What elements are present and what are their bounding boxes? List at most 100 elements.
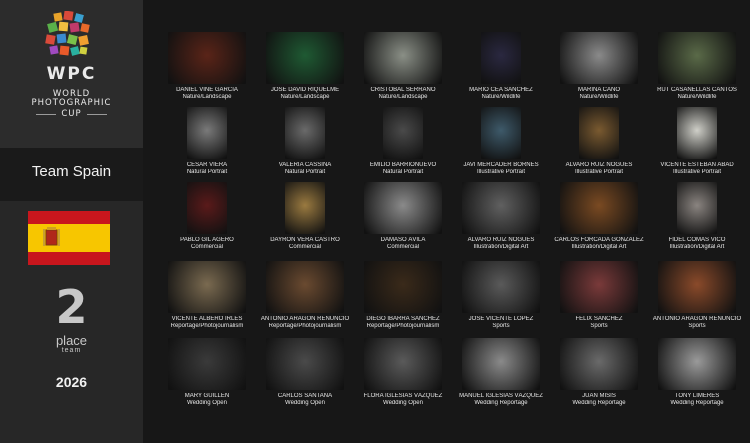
photo-thumbnail[interactable] bbox=[560, 338, 638, 390]
photo-thumbnail[interactable] bbox=[285, 107, 325, 159]
photographer-name: EMILIO BARRIONUEVO bbox=[369, 162, 437, 168]
photo-card[interactable]: VICENTE ALBERO IRLES Reportage/Photojourn… bbox=[158, 261, 256, 335]
photo-thumbnail[interactable] bbox=[187, 182, 227, 234]
photo-card[interactable]: DÁMASO ÁVILA Commercial bbox=[354, 182, 452, 256]
placement-subtitle: team bbox=[61, 347, 82, 354]
photographer-name: CARLOS FORCADA GONZÁLEZ bbox=[554, 237, 644, 243]
photographer-name: JOSÉ VICENTE LÓPEZ bbox=[468, 316, 534, 322]
photo-thumbnail[interactable] bbox=[364, 182, 442, 234]
photo-thumbnail[interactable] bbox=[187, 107, 227, 159]
photo-thumbnail[interactable] bbox=[560, 182, 638, 234]
photo-thumbnail[interactable] bbox=[462, 338, 540, 390]
photo-category: Nature/Wildlife bbox=[677, 94, 717, 100]
photo-card[interactable]: FÉLIX SÁNCHEZ Sports bbox=[550, 261, 648, 335]
photo-thumbnail[interactable] bbox=[677, 182, 717, 234]
photo-category: Illustrative Portrait bbox=[672, 169, 721, 175]
photo-card[interactable]: MARIO CEA SÁNCHEZ Nature/Wildlife bbox=[452, 32, 550, 106]
photographer-name: CARLOS SANTANA bbox=[277, 393, 333, 399]
photo-card[interactable]: VICENTE ESTEBAN ABAD Illustrative Portrai… bbox=[648, 107, 746, 181]
photo-card[interactable]: MARINA CANO Nature/Wildlife bbox=[550, 32, 648, 106]
logo-line-photographic: PHOTOGRAPHIC bbox=[31, 98, 112, 108]
photo-card[interactable]: FIDEL COMAS VICO Illustration/Digital Art bbox=[648, 182, 746, 256]
photo-thumbnail[interactable] bbox=[383, 107, 423, 159]
photo-category: Commercial bbox=[190, 244, 223, 250]
photo-card[interactable]: CÉSAR VIERA Natural Portrait bbox=[158, 107, 256, 181]
photo-card[interactable]: ÁLVARO RUIZ NOGUES Illustrative Portrait bbox=[550, 107, 648, 181]
photo-thumbnail[interactable] bbox=[168, 338, 246, 390]
photo-thumbnail[interactable] bbox=[677, 107, 717, 159]
photo-thumbnail[interactable] bbox=[364, 261, 442, 313]
photo-category: Nature/Landscape bbox=[378, 94, 428, 100]
photo-thumbnail[interactable] bbox=[658, 338, 736, 390]
photo-thumbnail[interactable] bbox=[266, 32, 344, 84]
photo-category: Illustration/Digital Art bbox=[473, 244, 529, 250]
photo-card[interactable]: DAYRON VERA CASTRO Commercial bbox=[256, 182, 354, 256]
photo-category: Nature/Wildlife bbox=[481, 94, 521, 100]
photo-thumbnail[interactable] bbox=[579, 107, 619, 159]
photo-category: Nature/Wildlife bbox=[579, 94, 619, 100]
photo-thumbnail[interactable] bbox=[481, 32, 521, 84]
photo-thumbnail[interactable] bbox=[462, 261, 540, 313]
photographer-name: VALERIA CASSINA bbox=[278, 162, 332, 168]
photo-card[interactable]: JUAN MISIS Wedding Reportage bbox=[550, 338, 648, 412]
photo-thumbnail[interactable] bbox=[285, 182, 325, 234]
photographer-name: CRISTÓBAL SERRANO bbox=[370, 87, 436, 93]
photo-card[interactable]: RUT CASANELLAS CANTOS Nature/Wildlife bbox=[648, 32, 746, 106]
photo-card[interactable]: FLORA IGLESIAS VÁZQUEZ Wedding Open bbox=[354, 338, 452, 412]
photographer-name: JUAN MISIS bbox=[582, 393, 616, 399]
photographer-name: VICENTE ALBERO IRLES bbox=[171, 316, 243, 322]
photo-category: Natural Portrait bbox=[382, 169, 424, 175]
placement-word: place bbox=[55, 333, 88, 348]
photo-category: Nature/Landscape bbox=[280, 94, 330, 100]
photographer-name: FÉLIX SÁNCHEZ bbox=[575, 316, 623, 322]
logo-rule-right bbox=[87, 114, 107, 115]
photo-card[interactable]: PABLO GIL AGERO Commercial bbox=[158, 182, 256, 256]
photo-category: Natural Portrait bbox=[284, 169, 326, 175]
photo-category: Nature/Landscape bbox=[182, 94, 232, 100]
photo-category: Commercial bbox=[288, 244, 321, 250]
photographer-name: MANUEL IGLESIAS VÁZQUEZ bbox=[459, 393, 543, 399]
photo-category: Wedding Reportage bbox=[572, 400, 626, 406]
photo-card[interactable]: CRISTÓBAL SERRANO Nature/Landscape bbox=[354, 32, 452, 106]
photographer-name: JOSÉ DAVID RIQUELME bbox=[270, 87, 340, 93]
photo-thumbnail[interactable] bbox=[658, 32, 736, 84]
photo-thumbnail[interactable] bbox=[560, 32, 638, 84]
photo-category: Reportage/Photojournalism bbox=[170, 323, 244, 329]
photo-thumbnail[interactable] bbox=[168, 32, 246, 84]
photo-card[interactable]: MARY GUILLÉN Wedding Open bbox=[158, 338, 256, 412]
photo-card[interactable]: JOSÉ DAVID RIQUELME Nature/Landscape bbox=[256, 32, 354, 106]
photo-card[interactable]: DIEGO IBARRA SÁNCHEZ Reportage/Photojourn… bbox=[354, 261, 452, 335]
photo-category: Sports bbox=[688, 323, 706, 329]
photo-thumbnail[interactable] bbox=[658, 261, 736, 313]
photographer-name: MARINA CANO bbox=[577, 87, 620, 93]
photo-card[interactable]: MANUEL IGLESIAS VÁZQUEZ Wedding Reportage bbox=[452, 338, 550, 412]
photo-card[interactable]: CARLOS FORCADA GONZÁLEZ Illustration/Digi… bbox=[550, 182, 648, 256]
photo-category: Natural Portrait bbox=[186, 169, 228, 175]
photo-card[interactable]: VALERIA CASSINA Natural Portrait bbox=[256, 107, 354, 181]
photo-category: Wedding Reportage bbox=[670, 400, 724, 406]
photo-card[interactable]: ÁLVARO RUIZ NOGUES Illustration/Digital A… bbox=[452, 182, 550, 256]
photo-card[interactable]: JAVI MERCADER BORNES Illustrative Portrai… bbox=[452, 107, 550, 181]
photo-thumbnail[interactable] bbox=[266, 338, 344, 390]
photo-thumbnail[interactable] bbox=[364, 32, 442, 84]
photo-card[interactable]: DANIEL VIÑÉ GARCÍA Nature/Landscape bbox=[158, 32, 256, 106]
photo-category: Commercial bbox=[386, 244, 419, 250]
wpc-logo-icon[interactable] bbox=[44, 11, 94, 61]
photo-thumbnail[interactable] bbox=[560, 261, 638, 313]
photo-card[interactable]: CARLOS SANTANA Wedding Open bbox=[256, 338, 354, 412]
photo-card[interactable]: EMILIO BARRIONUEVO Natural Portrait bbox=[354, 107, 452, 181]
photo-card[interactable]: ANTONIO ARAGÓN RENUNCIO Reportage/Photojo… bbox=[256, 261, 354, 335]
photo-thumbnail[interactable] bbox=[168, 261, 246, 313]
photo-thumbnail[interactable] bbox=[462, 182, 540, 234]
photo-card[interactable]: JOSÉ VICENTE LÓPEZ Sports bbox=[452, 261, 550, 335]
photographer-name: CÉSAR VIERA bbox=[186, 162, 228, 168]
photo-thumbnail[interactable] bbox=[364, 338, 442, 390]
photo-thumbnail[interactable] bbox=[481, 107, 521, 159]
photographer-name: MARIO CEA SÁNCHEZ bbox=[469, 87, 533, 93]
photo-category: Illustrative Portrait bbox=[476, 169, 525, 175]
photo-thumbnail[interactable] bbox=[266, 261, 344, 313]
photographer-name: FLORA IGLESIAS VÁZQUEZ bbox=[363, 393, 443, 399]
photo-card[interactable]: TONY LIMERES Wedding Reportage bbox=[648, 338, 746, 412]
photo-card[interactable]: ANTONIO ARAGÓN RENUNCIO Sports bbox=[648, 261, 746, 335]
photographer-name: PABLO GIL AGERO bbox=[180, 237, 234, 243]
